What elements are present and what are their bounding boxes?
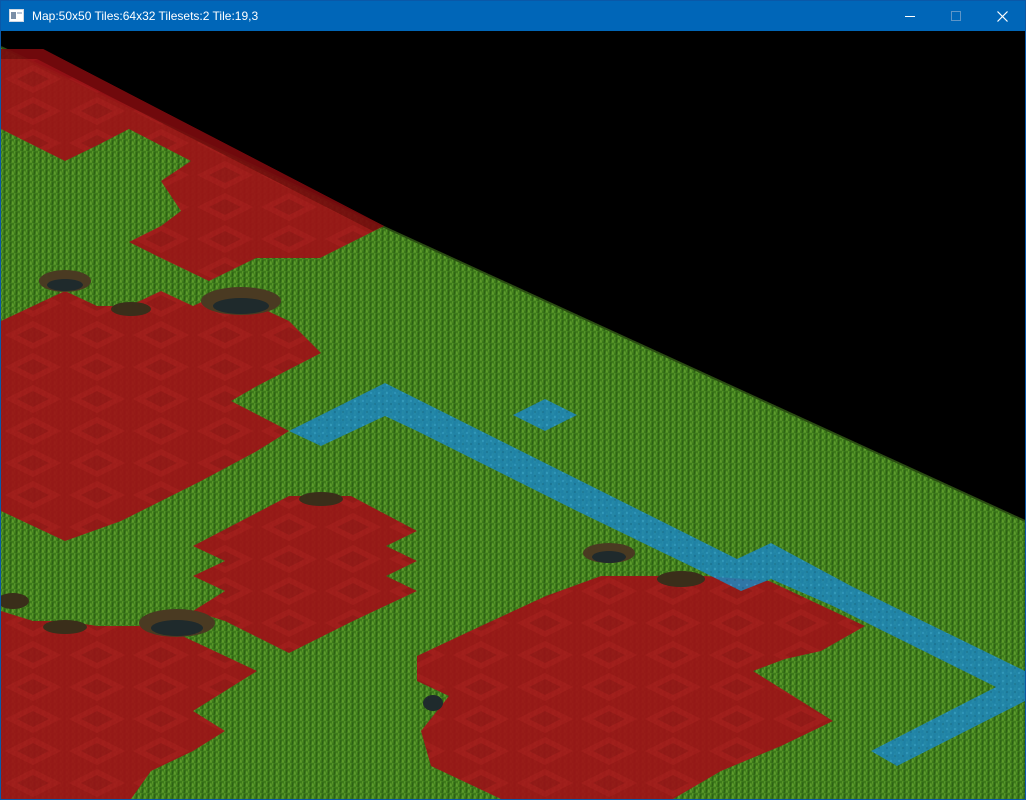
maximize-button[interactable] (933, 1, 979, 31)
dirt-mound[interactable] (43, 620, 87, 634)
app-window: Map:50x50 Tiles:64x32 Tilesets:2 Tile:19… (0, 0, 1026, 800)
app-icon (9, 9, 24, 22)
dirt-mound[interactable] (201, 287, 281, 315)
minimize-icon (905, 16, 915, 17)
map-viewport[interactable] (1, 31, 1025, 799)
close-button[interactable] (979, 1, 1025, 31)
dirt-mound[interactable] (583, 543, 635, 563)
maximize-icon (951, 11, 961, 21)
title-bar[interactable]: Map:50x50 Tiles:64x32 Tilesets:2 Tile:19… (1, 1, 1025, 31)
close-icon (996, 10, 1008, 22)
window-title: Map:50x50 Tiles:64x32 Tilesets:2 Tile:19… (32, 9, 259, 23)
dirt-mound[interactable] (139, 609, 215, 637)
minimize-button[interactable] (887, 1, 933, 31)
dirt-mound[interactable] (657, 571, 705, 587)
dirt-mound[interactable] (39, 270, 91, 292)
dirt-mound[interactable] (111, 302, 151, 316)
dirt-mound[interactable] (299, 492, 343, 506)
isometric-map[interactable] (1, 31, 1025, 799)
dirt-mound[interactable] (423, 695, 443, 711)
